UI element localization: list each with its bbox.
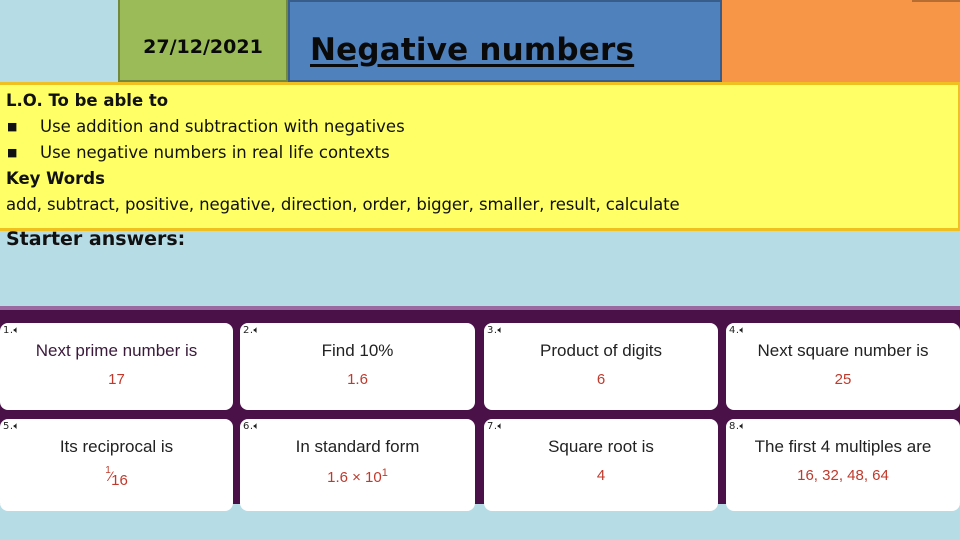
starter-card: 2.🔈︎ Find 10% 1.6	[240, 323, 475, 410]
speaker-icon[interactable]: 🔈︎	[498, 421, 505, 432]
standard-form-exponent: 1	[381, 467, 388, 479]
starter-card: 3.🔈︎ Product of digits 6	[484, 323, 718, 410]
starter-heading: Starter answers:	[6, 228, 186, 250]
card-question: Square root is	[548, 437, 654, 456]
card-question: The first 4 multiples are	[754, 437, 932, 456]
card-answer: 17	[108, 371, 125, 388]
speaker-icon[interactable]: 🔈︎	[498, 325, 505, 336]
card-number: 4.🔈︎	[729, 325, 747, 336]
card-answer: 1.6 × 101	[240, 467, 475, 486]
speaker-icon[interactable]: 🔈︎	[254, 421, 261, 432]
learning-objectives-box: L.O. To be able to ■ Use addition and su…	[0, 82, 960, 231]
card-number: 1.🔈︎	[3, 325, 21, 336]
card-answer: 16, 32, 48, 64	[797, 467, 889, 484]
fraction-numerator: 1	[105, 465, 111, 476]
date-box: 27/12/2021	[118, 0, 288, 82]
card-question: Next square number is	[757, 341, 929, 360]
lesson-date: 27/12/2021	[143, 36, 263, 58]
key-words-heading: Key Words	[6, 169, 105, 188]
card-question: Product of digits	[540, 341, 662, 360]
starter-card: 7.🔈︎ Square root is 4	[484, 419, 718, 511]
card-number: 7.🔈︎	[487, 421, 505, 432]
starter-card: 4.🔈︎ Next square number is 25	[726, 323, 960, 410]
speaker-icon[interactable]: 🔈︎	[254, 325, 261, 336]
card-question: In standard form	[295, 437, 420, 456]
standard-form-base: 1.6 × 10	[327, 469, 382, 486]
card-answer: 25	[834, 371, 852, 388]
starter-card: 8.🔈︎ The first 4 multiples are 16, 32, 4…	[726, 419, 960, 511]
card-answer: 1⁄16	[105, 465, 128, 489]
title-box: Negative numbers	[288, 0, 722, 82]
card-question: Its reciprocal is	[59, 437, 174, 456]
starter-card: 1.🔈︎ Next prime number is 17	[0, 323, 233, 410]
fraction-denominator: 16	[111, 472, 128, 489]
speaker-icon[interactable]: 🔈︎	[14, 421, 21, 432]
key-words-list: add, subtract, positive, negative, direc…	[6, 195, 680, 214]
card-question: Next prime number is	[35, 341, 198, 360]
lesson-title: Negative numbers	[310, 32, 635, 68]
objective-item: ■ Use negative numbers in real life cont…	[6, 140, 952, 166]
speaker-icon[interactable]: 🔈︎	[740, 325, 747, 336]
objective-text: Use addition and subtraction with negati…	[40, 117, 405, 136]
accent-edge	[912, 0, 960, 2]
card-number: 2.🔈︎	[243, 325, 261, 336]
bullet-icon: ■	[7, 146, 18, 159]
card-number: 3.🔈︎	[487, 325, 505, 336]
speaker-icon[interactable]: 🔈︎	[740, 421, 747, 432]
card-answer: 1.6	[347, 371, 368, 388]
card-number: 5.🔈︎	[3, 421, 21, 432]
card-number: 8.🔈︎	[729, 421, 747, 432]
starter-card: 5.🔈︎ Its reciprocal is 1⁄16	[0, 419, 233, 511]
objectives-heading: L.O. To be able to	[6, 91, 169, 110]
objective-item: ■ Use addition and subtraction with nega…	[6, 114, 952, 140]
starter-cards-grid: 1.🔈︎ Next prime number is 17 2.🔈︎ Find 1…	[0, 306, 960, 511]
card-answer: 6	[596, 371, 606, 388]
card-question: Find 10%	[321, 341, 394, 360]
starter-card: 6.🔈︎ In standard form 1.6 × 101	[240, 419, 475, 511]
card-answer: 4	[596, 467, 606, 484]
card-number: 6.🔈︎	[243, 421, 261, 432]
bullet-icon: ■	[7, 120, 18, 133]
speaker-icon[interactable]: 🔈︎	[14, 325, 21, 336]
objective-text: Use negative numbers in real life contex…	[40, 143, 390, 162]
accent-box	[722, 0, 960, 84]
